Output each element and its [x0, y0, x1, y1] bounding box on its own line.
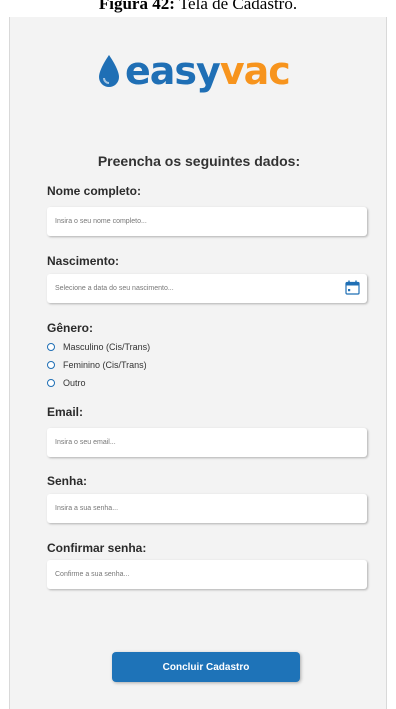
figure-number: Figura 42: [98, 0, 175, 13]
gender-option-outro[interactable]: Outro [47, 376, 86, 390]
email-field[interactable]: Insira o seu email... [47, 428, 367, 457]
gender-option-label: Masculino (Cis/Trans) [63, 342, 151, 352]
radio-icon[interactable] [47, 379, 55, 387]
radio-icon[interactable] [47, 361, 55, 369]
confirm-password-label: Confirmar senha: [47, 541, 147, 555]
email-label: Email: [47, 405, 84, 419]
name-placeholder: Insira o seu nome completo... [55, 218, 147, 225]
birth-placeholder: Selecione a data do seu nascimento... [55, 285, 174, 292]
logo-text-vac: vac [219, 49, 291, 93]
logo-text-easy: easy [125, 49, 221, 93]
form-heading: Preencha os seguintes dados: [97, 153, 301, 169]
radio-icon[interactable] [47, 343, 55, 351]
submit-button[interactable]: Concluir Cadastro [112, 652, 300, 682]
password-label: Senha: [47, 474, 88, 488]
confirm-password-field[interactable]: Confirme a sua senha... [47, 560, 367, 589]
gender-option-masculino[interactable]: Masculino (Cis/Trans) [47, 340, 150, 354]
gender-option-label: Feminino (Cis/Trans) [63, 360, 147, 370]
password-placeholder: Insira a sua senha... [55, 505, 119, 512]
gender-label: Gênero: [47, 321, 94, 335]
figure-caption: Figura 42: Tela de Cadastro. [0, 0, 396, 14]
name-label: Nome completo: [47, 184, 142, 198]
confirm-password-placeholder: Confirme a sua senha... [55, 571, 130, 578]
password-field[interactable]: Insira a sua senha... [47, 494, 367, 523]
birth-date-field[interactable]: Selecione a data do seu nascimento... [47, 274, 367, 303]
email-placeholder: Insira o seu email... [55, 439, 116, 446]
drop-icon [99, 55, 119, 87]
easyvac-logo: easy vac [95, 47, 291, 95]
birth-label: Nascimento: [47, 254, 120, 268]
name-field[interactable]: Insira o seu nome completo... [47, 207, 367, 236]
signup-screen: easy vac Preencha os seguintes dados: No… [9, 17, 387, 709]
gender-option-label: Outro [63, 378, 86, 388]
gender-option-feminino[interactable]: Feminino (Cis/Trans) [47, 358, 147, 372]
figure-title: Tela de Cadastro. [178, 0, 298, 13]
calendar-icon[interactable] [345, 280, 360, 295]
